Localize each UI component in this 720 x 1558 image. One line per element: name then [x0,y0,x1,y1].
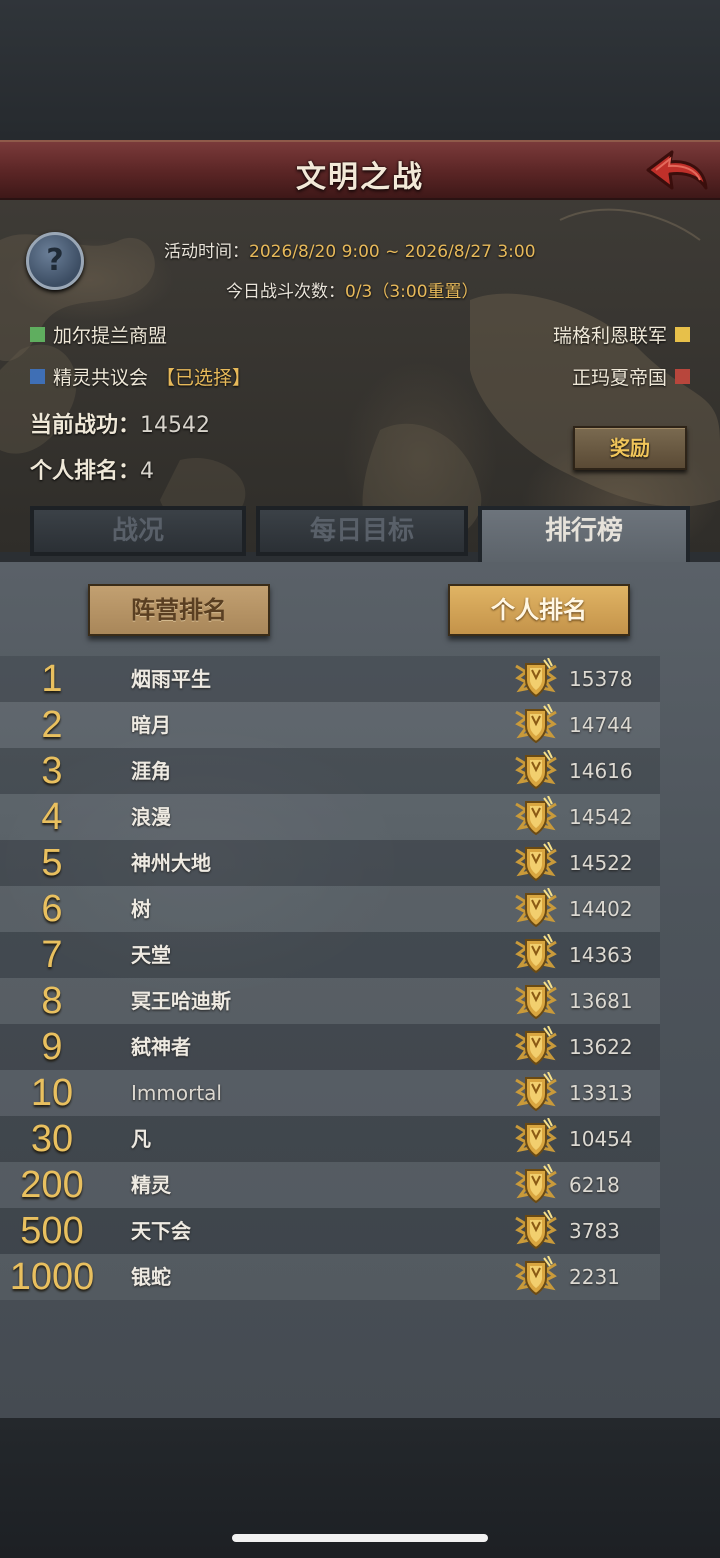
back-arrow-icon[interactable] [644,148,710,196]
personal-rank: 个人排名：4 [30,459,155,484]
merit-score: 14363 [569,943,633,967]
rank-number: 5 [41,842,63,884]
rank-number: 9 [41,1026,63,1068]
merit-medal-icon [514,703,558,746]
player-name: 烟雨平生 [131,667,211,691]
faction-color-square [30,369,45,384]
rank-number: 7 [41,934,63,976]
rank-number: 500 [20,1210,84,1252]
tab-leaderboard[interactable]: 排行榜 [478,506,690,562]
player-name: 涯角 [131,759,171,783]
merit-medal-icon [514,841,558,884]
merit-score: 13681 [569,989,633,1013]
faction-elf-council: 精灵共议会 【已选择】 [30,363,251,390]
event-time: 活动时间：2026/8/20 9:00 ~ 2026/8/27 3:00 [164,242,536,262]
rank-number: 1 [41,658,63,700]
ranking-row[interactable]: 1000 银蛇 2231 [0,1254,660,1300]
rank-number: 1000 [9,1256,95,1298]
merit-medal-icon [514,1071,558,1114]
player-name: 精灵 [131,1173,171,1197]
merit-score: 13313 [569,1081,633,1105]
player-name: 暗月 [131,713,171,737]
player-name: 树 [131,897,151,921]
merit-medal-icon [514,979,558,1022]
merit-medal-icon [514,887,558,930]
player-name: Immortal [131,1081,222,1105]
camp-ranking-button[interactable]: 阵营排名 [88,584,270,636]
ranking-row[interactable]: 5 神州大地 14522 [0,840,660,886]
merit-score: 6218 [569,1173,620,1197]
rank-number: 10 [30,1072,74,1114]
current-merit: 当前战功：14542 [30,413,211,438]
ranking-row[interactable]: 6 树 14402 [0,886,660,932]
rank-number: 6 [41,888,63,930]
ranking-row[interactable]: 4 浪漫 14542 [0,794,660,840]
rank-number: 8 [41,980,63,1022]
home-indicator[interactable] [232,1534,488,1542]
tab-bar: 战况 每日目标 排行榜 [30,506,690,562]
merit-score: 14542 [569,805,633,829]
player-name: 天堂 [131,943,171,967]
daily-battles: 今日战斗次数：0/3（3:00重置） [226,282,479,302]
merit-medal-icon [514,657,558,700]
faction-color-square [675,369,690,384]
ranking-row[interactable]: 200 精灵 6218 [0,1162,660,1208]
reward-button[interactable]: 奖励 [573,426,687,470]
personal-ranking-button[interactable]: 个人排名 [448,584,630,636]
ranking-list: 1 烟雨平生 15378 2 暗月 14744 3 涯角 14616 4 浪漫 14542 5 神州大地 1… [0,656,660,1300]
merit-medal-icon [514,1209,558,1252]
merit-medal-icon [514,1163,558,1206]
faction-zhengmaxia: 正玛夏帝国 [572,363,690,390]
merit-score: 13622 [569,1035,633,1059]
faction-color-square [675,327,690,342]
ranking-row[interactable]: 8 冥王哈迪斯 13681 [0,978,660,1024]
help-button[interactable]: ? [26,232,84,290]
leaderboard-panel: 阵营排名 个人排名 1 烟雨平生 15378 2 暗月 14744 3 涯角 14616 4 浪漫 1… [0,562,720,1418]
ranking-row[interactable]: 1 烟雨平生 15378 [0,656,660,702]
merit-score: 14744 [569,713,633,737]
merit-score: 14616 [569,759,633,783]
question-mark-icon: ? [46,243,64,278]
player-name: 弑神者 [131,1035,191,1059]
tab-battle-status[interactable]: 战况 [30,506,246,556]
status-area [0,0,720,140]
player-name: 天下会 [131,1219,191,1243]
merit-medal-icon [514,933,558,976]
rank-number: 200 [20,1164,84,1206]
merit-score: 2231 [569,1265,620,1289]
player-name: 神州大地 [131,851,211,875]
merit-medal-icon [514,749,558,792]
faction-garthilan: 加尔提兰商盟 [30,321,167,348]
rank-number: 4 [41,796,63,838]
rank-number: 3 [41,750,63,792]
ranking-row[interactable]: 500 天下会 3783 [0,1208,660,1254]
merit-medal-icon [514,1025,558,1068]
ranking-row[interactable]: 2 暗月 14744 [0,702,660,748]
ranking-row[interactable]: 10 Immortal 13313 [0,1070,660,1116]
rank-number: 30 [30,1118,74,1160]
rank-number: 2 [41,704,63,746]
merit-score: 10454 [569,1127,633,1151]
merit-medal-icon [514,795,558,838]
player-name: 冥王哈迪斯 [131,989,231,1013]
ranking-row[interactable]: 7 天堂 14363 [0,932,660,978]
title-banner: 文明之战 [0,140,720,200]
merit-score: 14522 [569,851,633,875]
page-title: 文明之战 [296,160,424,195]
battle-map-panel: ? 活动时间：2026/8/20 9:00 ~ 2026/8/27 3:00 今… [0,200,720,552]
merit-score: 14402 [569,897,633,921]
faction-regelion: 瑞格利恩联军 [553,321,690,348]
merit-score: 3783 [569,1219,620,1243]
ranking-row[interactable]: 3 涯角 14616 [0,748,660,794]
faction-color-square [30,327,45,342]
merit-medal-icon [514,1255,558,1298]
player-name: 银蛇 [131,1265,171,1289]
player-name: 凡 [131,1127,151,1151]
merit-medal-icon [514,1117,558,1160]
ranking-row[interactable]: 30 凡 10454 [0,1116,660,1162]
ranking-row[interactable]: 9 弑神者 13622 [0,1024,660,1070]
tab-daily-goals[interactable]: 每日目标 [256,506,468,556]
merit-score: 15378 [569,667,633,691]
player-name: 浪漫 [131,805,171,829]
